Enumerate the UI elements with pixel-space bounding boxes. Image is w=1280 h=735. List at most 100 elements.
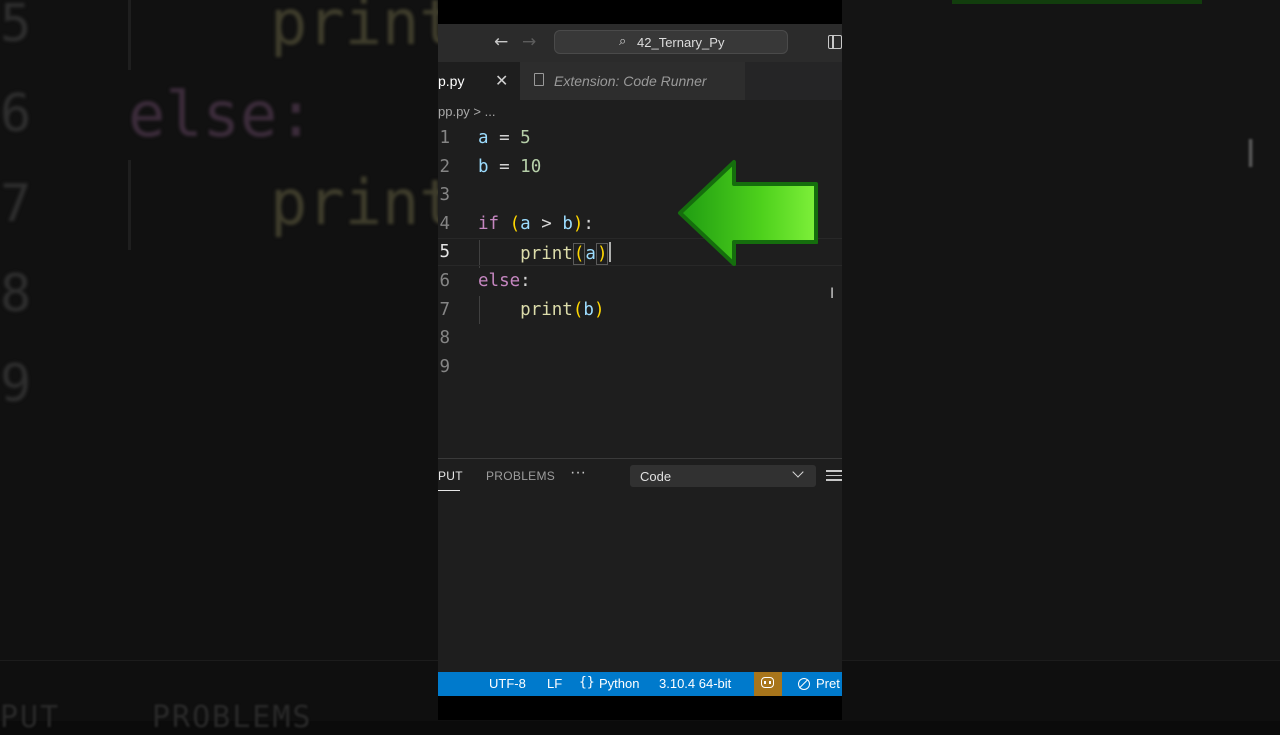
status-language[interactable]: Python xyxy=(599,676,639,691)
code-token: ( xyxy=(572,299,584,320)
text-cursor-icon: I xyxy=(830,286,835,302)
code-token: print xyxy=(520,299,573,320)
tab-bar: p.py ✕ Extension: Code Runner xyxy=(438,62,842,100)
code-token: > xyxy=(530,213,563,234)
code-text: print(b) xyxy=(478,300,604,320)
chevron-down-icon xyxy=(792,466,804,478)
background-tab-problems: PROBLEMS xyxy=(152,700,313,735)
code-line[interactable]: 1 a = 5 xyxy=(438,124,842,152)
code-text: else: xyxy=(478,271,531,291)
background-line-number: 5 xyxy=(0,0,32,54)
background-text-cursor-icon: I xyxy=(1245,132,1257,176)
code-token: ( xyxy=(509,213,521,234)
background-line-number: 9 xyxy=(0,354,32,414)
output-channel-select[interactable]: Code xyxy=(630,465,816,487)
status-interpreter[interactable]: 3.10.4 64-bit xyxy=(659,676,731,691)
line-number: 4 xyxy=(439,213,450,234)
background-indent-guide xyxy=(128,160,131,250)
status-eol[interactable]: LF xyxy=(547,676,562,691)
tab-app-py[interactable]: p.py ✕ xyxy=(438,62,520,100)
code-line[interactable]: 8 xyxy=(438,324,842,352)
background-indent-guide xyxy=(128,0,131,70)
background-zoomed-editor-left: 5 6 7 8 9 print else: print xyxy=(0,0,438,720)
title-bar: ← → ⌕ 42_Ternary_Py xyxy=(438,24,842,63)
prettier-icon xyxy=(798,678,810,690)
line-number: 8 xyxy=(439,328,450,349)
line-number: 9 xyxy=(439,356,450,377)
top-letterbox xyxy=(438,0,842,24)
tab-problems[interactable]: PROBLEMS xyxy=(486,469,555,483)
line-number: 5 xyxy=(439,242,450,263)
braces-icon: {} xyxy=(579,675,595,690)
line-number: 2 xyxy=(439,156,450,177)
code-token: b xyxy=(583,299,594,320)
editor-window: ← → ⌕ 42_Ternary_Py p.py ✕ Extension: Co… xyxy=(438,0,842,720)
code-token: : xyxy=(520,271,531,291)
code-token: = xyxy=(488,128,521,148)
line-number: 3 xyxy=(439,185,450,206)
background-zoomed-editor-right: I xyxy=(842,0,1280,720)
code-token: 10 xyxy=(520,156,542,177)
arrow-icon xyxy=(678,160,818,266)
code-line[interactable]: 7 print(b) xyxy=(438,296,842,324)
code-line[interactable]: 6 else: xyxy=(438,267,842,295)
code-token: ) xyxy=(593,299,605,320)
back-button[interactable]: ← xyxy=(494,32,508,52)
background-tab-output: PUT xyxy=(0,700,61,735)
code-token: = xyxy=(488,156,521,177)
command-center-search[interactable]: ⌕ 42_Ternary_Py xyxy=(554,30,788,54)
line-number: 7 xyxy=(439,299,450,320)
code-token: ) xyxy=(572,213,584,234)
output-channel-label: Code xyxy=(640,469,672,484)
code-text: print(a) xyxy=(478,242,612,266)
copilot-button[interactable] xyxy=(754,672,782,696)
tab-extension-code-runner[interactable]: Extension: Code Runner xyxy=(520,62,745,100)
background-line-number: 8 xyxy=(0,264,32,324)
forward-button[interactable]: → xyxy=(522,32,536,52)
filter-icon[interactable] xyxy=(826,470,842,482)
background-code-print: print xyxy=(270,166,438,239)
code-token: if xyxy=(478,213,500,234)
code-token: else xyxy=(478,271,521,291)
code-text: b = 10 xyxy=(478,157,541,177)
more-actions-button[interactable]: ··· xyxy=(570,464,586,482)
active-tab-indicator xyxy=(438,490,460,491)
bottom-letterbox xyxy=(438,696,842,720)
code-token: 5 xyxy=(520,128,531,148)
line-number: 1 xyxy=(439,128,450,148)
window-title: 42_Ternary_Py xyxy=(637,35,725,50)
line-number: 6 xyxy=(439,271,450,291)
code-token: a xyxy=(585,244,596,265)
tab-label: p.py xyxy=(438,73,465,89)
tab-label: Extension: Code Runner xyxy=(554,73,707,89)
status-prettier[interactable]: Pret xyxy=(816,676,840,691)
status-bar: UTF-8 LF {} Python 3.10.4 64-bit Pret xyxy=(438,672,842,696)
code-text: a = 5 xyxy=(478,128,531,148)
background-code-else: else: xyxy=(128,78,315,151)
text-caret xyxy=(609,242,612,263)
code-token: a xyxy=(520,213,531,234)
code-token: a xyxy=(478,128,489,148)
code-token: b xyxy=(562,213,573,234)
tab-output[interactable]: PUT xyxy=(438,469,463,483)
code-line[interactable]: 9 xyxy=(438,353,842,381)
code-token: ( xyxy=(572,243,586,266)
code-token: b xyxy=(478,156,489,177)
close-icon[interactable]: ✕ xyxy=(495,71,508,90)
background-line-number: 6 xyxy=(0,84,32,144)
background-line-number: 7 xyxy=(0,174,32,234)
background-code-print: print xyxy=(270,0,438,59)
background-arrow-edge xyxy=(952,0,1202,4)
copilot-icon xyxy=(761,677,774,688)
code-token: : xyxy=(583,213,594,234)
file-icon xyxy=(534,73,544,86)
code-token: ) xyxy=(595,243,609,266)
status-encoding[interactable]: UTF-8 xyxy=(489,676,526,691)
layout-icon[interactable] xyxy=(828,35,842,49)
code-token: print xyxy=(520,244,573,265)
breadcrumb[interactable]: pp.py > ... xyxy=(438,104,495,119)
search-icon: ⌕ xyxy=(619,34,627,49)
